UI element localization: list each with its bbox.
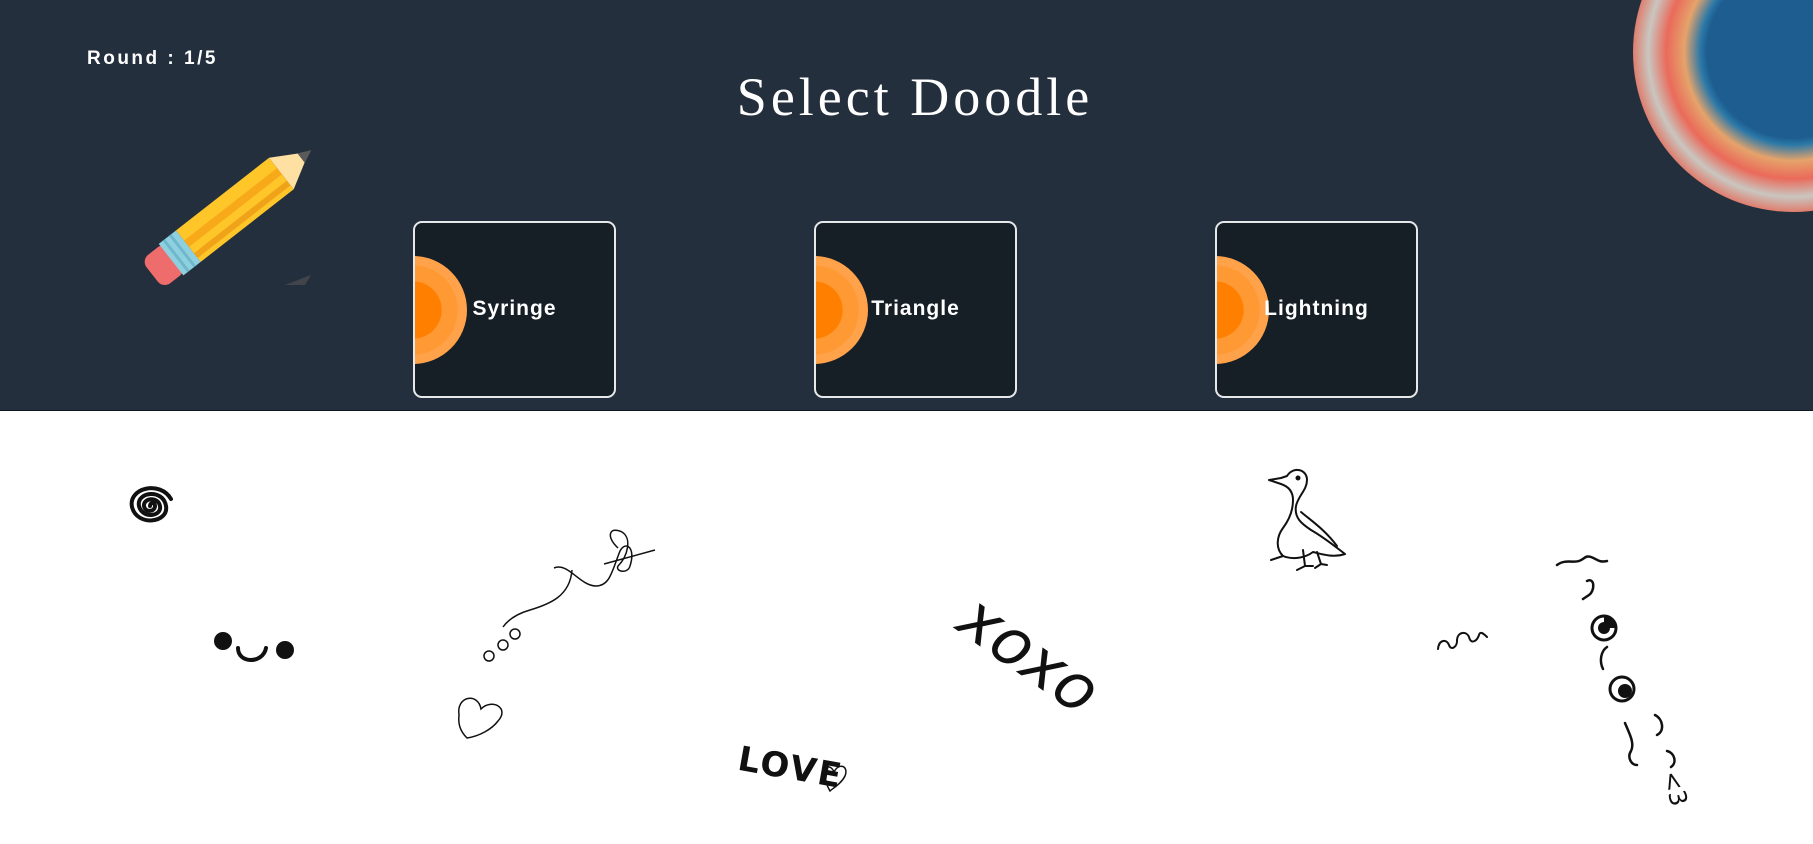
page-title: Select Doodle bbox=[736, 67, 1094, 127]
love-text: LOVE bbox=[735, 739, 846, 797]
xoxo-doodle-icon: xoxo bbox=[943, 579, 1113, 729]
xoxo-text: xoxo bbox=[943, 579, 1113, 729]
option-label: Syringe bbox=[472, 297, 557, 320]
spiral-doodle-icon bbox=[129, 486, 173, 523]
emoticon-text: <3 bbox=[1657, 768, 1693, 809]
option-lightning-button[interactable]: Lightning bbox=[1215, 221, 1418, 398]
pencil-icon bbox=[144, 150, 312, 285]
header-panel: Round : 1/5 Select Doodle Syringe Triang… bbox=[0, 0, 1813, 411]
option-label: Triangle bbox=[871, 297, 960, 320]
doodle-canvas: LOVE xoxo <3 bbox=[0, 411, 1813, 844]
squiggle-heart-doodle-icon bbox=[458, 529, 656, 739]
wave-doodle-icon bbox=[1437, 631, 1488, 650]
option-syringe-button[interactable]: Syringe bbox=[413, 221, 616, 398]
option-triangle-button[interactable]: Triangle bbox=[814, 221, 1017, 398]
rainbow-decoration bbox=[1633, 0, 1813, 212]
face-doodle-icon bbox=[214, 632, 294, 662]
duck-doodle-icon bbox=[1268, 468, 1346, 571]
option-label: Lightning bbox=[1264, 297, 1369, 320]
emoticon-doodle-icon: <3 bbox=[1555, 555, 1693, 809]
love-doodle-icon: LOVE bbox=[735, 739, 847, 797]
